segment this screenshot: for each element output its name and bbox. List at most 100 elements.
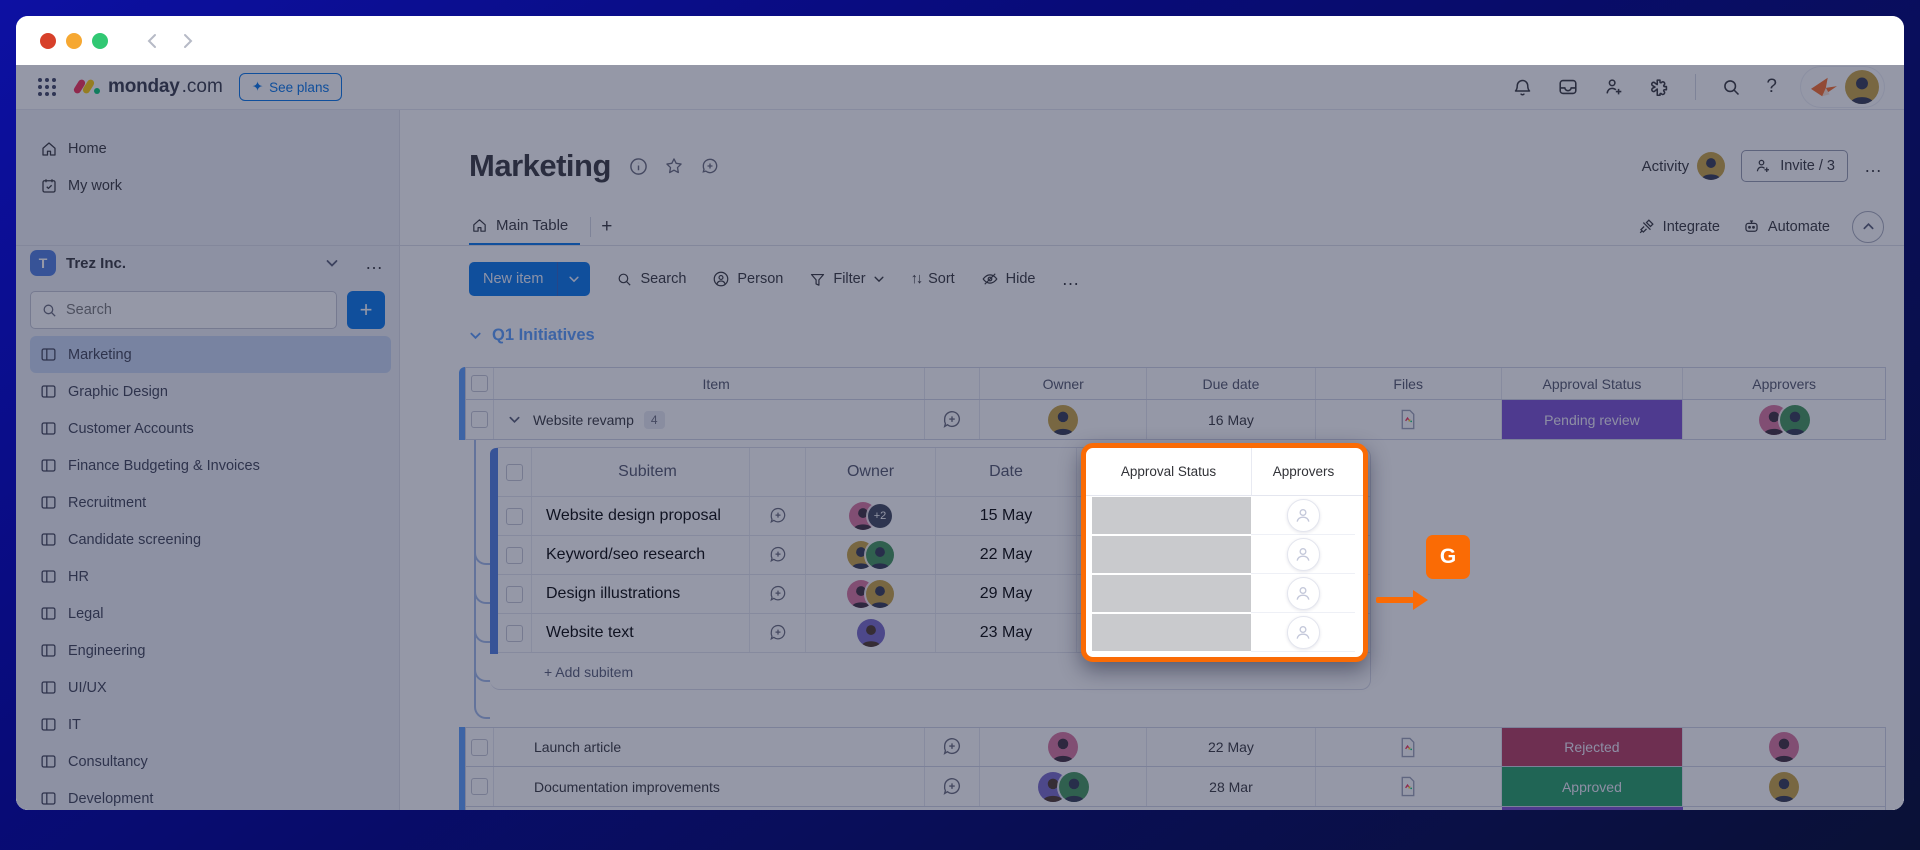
automate-button[interactable]: Automate [1742, 217, 1830, 236]
add-conversation-icon[interactable] [941, 736, 963, 758]
files-cell[interactable] [1316, 400, 1502, 439]
sidebar-item-graphic-design[interactable]: Graphic Design [30, 373, 391, 410]
new-item-dropdown[interactable] [557, 262, 590, 296]
search-icon[interactable] [1720, 76, 1742, 98]
sidebar-item-hr[interactable]: HR [30, 558, 391, 595]
row-checkbox[interactable] [471, 739, 488, 756]
add-conversation-icon[interactable] [768, 545, 788, 565]
sidebar-item-candidate-screening[interactable]: Candidate screening [30, 521, 391, 558]
add-conversation-icon[interactable] [941, 409, 963, 431]
help-icon[interactable]: ? [1766, 76, 1777, 98]
sidebar-search[interactable] [30, 291, 337, 329]
sidebar-item-legal[interactable]: Legal [30, 595, 391, 632]
owner-avatar[interactable] [1048, 732, 1078, 762]
workspace-menu-icon[interactable]: … [365, 253, 385, 274]
subitem-name[interactable]: Website design proposal [532, 497, 750, 535]
sidebar-item-my-work[interactable]: My work [30, 167, 385, 204]
filter-button[interactable]: Filter [809, 271, 884, 288]
subitem-name[interactable]: Keyword/seo research [532, 536, 750, 574]
back-icon[interactable] [144, 32, 162, 50]
approvers-cell[interactable] [1251, 574, 1355, 613]
invite-members-icon[interactable] [1603, 76, 1625, 98]
approvers-cell[interactable] [1251, 496, 1355, 535]
date-cell[interactable]: 22 May [936, 536, 1077, 574]
tour-step-marker[interactable]: G [1426, 535, 1470, 579]
due-date-cell[interactable]: 28 Mar [1147, 767, 1316, 806]
inbox-tray-icon[interactable] [1557, 76, 1579, 98]
add-conversation-icon[interactable] [768, 506, 788, 526]
sidebar-item-recruitment[interactable]: Recruitment [30, 484, 391, 521]
apps-marketplace-puzzle-icon[interactable] [1649, 76, 1671, 98]
approvers-cell[interactable] [1251, 613, 1355, 652]
monday-logo[interactable]: monday.com [74, 76, 223, 98]
info-icon[interactable] [629, 157, 648, 176]
search-tool-button[interactable]: Search [616, 271, 686, 288]
sidebar-item-consultancy[interactable]: Consultancy [30, 743, 391, 780]
collapse-header-button[interactable] [1852, 211, 1884, 243]
row-checkbox[interactable] [471, 778, 488, 795]
files-cell[interactable] [1316, 767, 1502, 806]
add-conversation-icon[interactable] [768, 584, 788, 604]
approval-status-cell[interactable] [1092, 536, 1251, 573]
status-badge[interactable]: Approved [1502, 767, 1684, 806]
invite-button[interactable]: Invite / 3 [1741, 150, 1848, 182]
approver-avatar[interactable] [1769, 772, 1799, 802]
subitem-name[interactable]: Website text [532, 614, 750, 652]
person-filter-button[interactable]: Person [712, 270, 783, 288]
status-badge[interactable]: Pending review [1502, 400, 1684, 439]
profile-area[interactable] [1801, 67, 1884, 107]
row-checkbox[interactable] [471, 411, 488, 428]
subitem-name[interactable]: Design illustrations [532, 575, 750, 613]
approval-status-cell[interactable] [1092, 614, 1251, 651]
owner-avatar[interactable] [1048, 405, 1078, 435]
collapse-subitems-chevron-icon[interactable] [508, 413, 521, 426]
owner-cell[interactable] [857, 619, 885, 647]
due-date-cell[interactable]: 22 May [1147, 728, 1316, 766]
sidebar-item-engineering[interactable]: Engineering [30, 632, 391, 669]
owner-cell[interactable] [847, 580, 894, 608]
see-plans-button[interactable]: ✦ See plans [239, 73, 342, 101]
row-checkbox[interactable] [506, 547, 523, 564]
workspace-header[interactable]: T Trez Inc. … [30, 248, 385, 278]
board-discussion-icon[interactable] [700, 156, 720, 176]
zoom-window-button[interactable] [92, 33, 108, 49]
owner-cell[interactable] [1038, 772, 1089, 802]
sidebar-search-input[interactable] [66, 302, 326, 318]
board-menu-icon[interactable]: … [1864, 156, 1884, 177]
add-board-button[interactable]: + [347, 291, 385, 329]
approver-avatar[interactable] [1769, 732, 1799, 762]
approvers-cell[interactable] [1759, 405, 1810, 435]
date-cell[interactable]: 15 May [936, 497, 1077, 535]
activity-button[interactable]: Activity [1642, 152, 1726, 180]
item-name[interactable]: Documentation improvements [494, 767, 925, 806]
row-checkbox[interactable] [506, 508, 523, 525]
add-view-button[interactable]: + [601, 216, 612, 238]
sidebar-item-customer-accounts[interactable]: Customer Accounts [30, 410, 391, 447]
add-conversation-icon[interactable] [941, 776, 963, 798]
row-checkbox[interactable] [506, 625, 523, 642]
select-all-subitems-checkbox[interactable] [506, 464, 523, 481]
favorite-star-icon[interactable] [664, 156, 684, 176]
minimize-window-button[interactable] [66, 33, 82, 49]
user-avatar[interactable] [1845, 70, 1879, 104]
apps-grid-icon[interactable] [38, 78, 56, 96]
approval-status-cell[interactable] [1092, 497, 1251, 534]
select-all-checkbox[interactable] [471, 375, 488, 392]
item-name[interactable]: Website revamp [533, 412, 634, 428]
notifications-bell-icon[interactable] [1511, 76, 1533, 98]
hide-button[interactable]: Hide [981, 270, 1036, 288]
row-checkbox[interactable] [506, 586, 523, 603]
new-item-button[interactable]: New item [469, 262, 590, 296]
sidebar-item-home[interactable]: Home [30, 130, 385, 167]
owner-cell[interactable] [847, 541, 894, 569]
owner-cell[interactable]: +2 [849, 502, 892, 530]
forward-icon[interactable] [178, 32, 196, 50]
sidebar-item-uiux[interactable]: UI/UX [30, 669, 391, 706]
sidebar-item-development[interactable]: Development [30, 780, 391, 810]
chevron-down-icon[interactable] [325, 256, 339, 270]
sidebar-item-it[interactable]: IT [30, 706, 391, 743]
date-cell[interactable]: 29 May [936, 575, 1077, 613]
item-name[interactable]: Launch article [494, 728, 925, 766]
due-date-cell[interactable]: 16 May [1147, 400, 1316, 439]
files-cell[interactable] [1316, 728, 1502, 766]
